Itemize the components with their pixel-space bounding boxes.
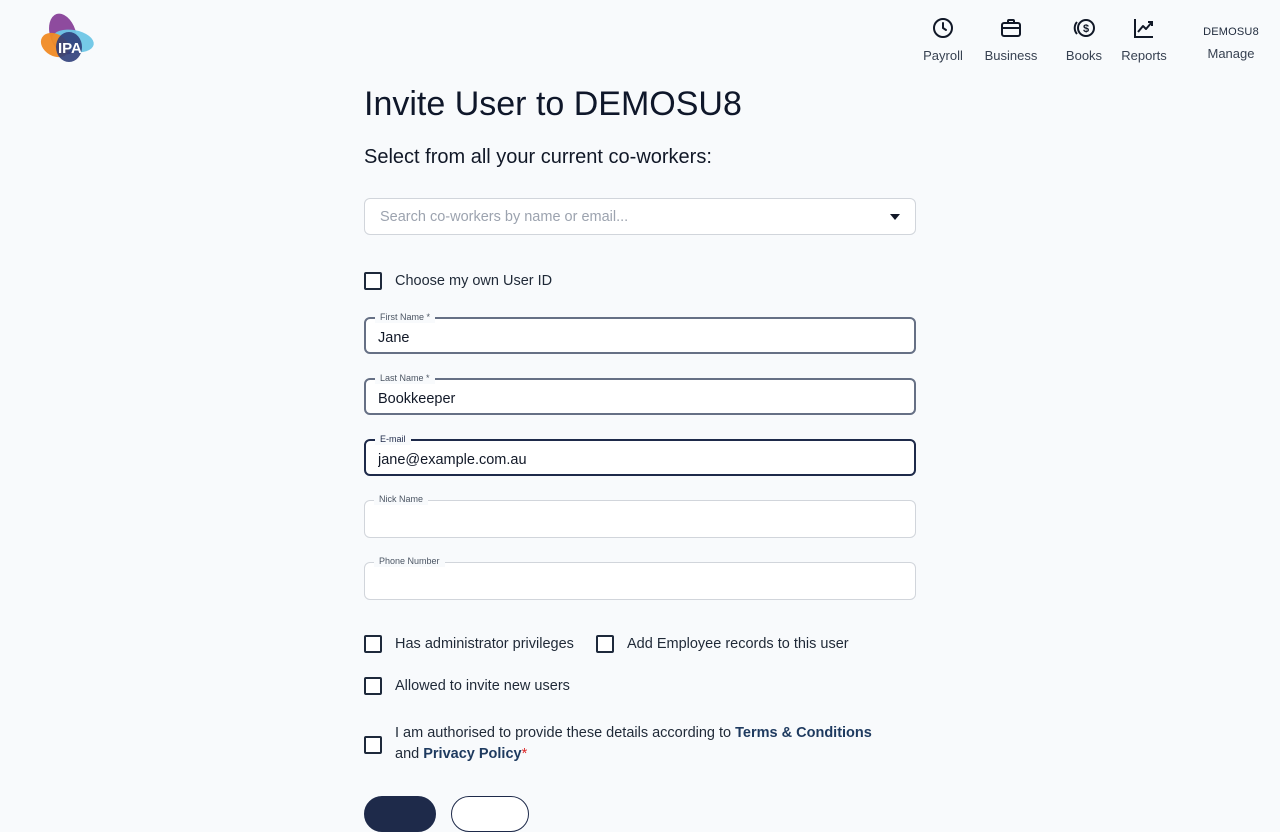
terms-text: I am authorised to provide these details… — [395, 723, 915, 765]
cancel-button[interactable] — [451, 796, 529, 832]
nav-reports[interactable]: Reports — [1115, 14, 1173, 70]
main-nav: Payroll Business $ Books Reports DEMOSU8… — [860, 14, 1280, 70]
svg-text:$: $ — [1083, 23, 1089, 35]
app-header: IPA Payroll Business $ Books Reports DEM… — [0, 0, 1280, 80]
invite-users-option[interactable]: Allowed to invite new users — [364, 676, 570, 696]
last-name-field[interactable]: Last Name * — [364, 372, 916, 415]
email-field[interactable]: E-mail — [364, 433, 916, 476]
employee-records-label: Add Employee records to this user — [627, 636, 849, 652]
chevron-down-icon[interactable] — [890, 214, 900, 220]
nav-manage[interactable]: DEMOSU8 Manage — [1192, 14, 1270, 70]
terms-prefix: I am authorised to provide these details… — [395, 725, 736, 741]
invite-users-label: Allowed to invite new users — [395, 678, 570, 694]
first-name-input[interactable] — [378, 319, 898, 352]
dollar-coins-icon: $ — [1073, 19, 1095, 37]
briefcase-icon — [1001, 19, 1021, 37]
coworker-search-select[interactable] — [364, 198, 916, 235]
nav-business[interactable]: Business — [972, 14, 1050, 70]
own-user-id-option[interactable]: Choose my own User ID — [364, 271, 552, 291]
required-mark: * — [521, 746, 528, 762]
invite-users-checkbox[interactable] — [364, 677, 382, 695]
submit-invite-button[interactable] — [364, 796, 436, 832]
nav-label: Business — [984, 48, 1038, 63]
terms-consent: I am authorised to provide these details… — [364, 723, 916, 767]
nick-name-input[interactable] — [377, 501, 897, 537]
nav-label: Manage — [1207, 46, 1255, 61]
employee-records-checkbox[interactable] — [596, 635, 614, 653]
terms-middle: and — [395, 746, 424, 762]
terms-checkbox[interactable] — [364, 736, 382, 754]
nav-label: Payroll — [923, 48, 963, 63]
phone-number-field[interactable]: Phone Number — [364, 555, 916, 600]
admin-privileges-checkbox[interactable] — [364, 635, 382, 653]
nav-payroll[interactable]: Payroll — [916, 14, 970, 70]
coworker-search-input[interactable] — [378, 199, 878, 234]
first-name-field[interactable]: First Name * — [364, 311, 916, 354]
email-input[interactable] — [378, 441, 898, 474]
admin-privileges-label: Has administrator privileges — [395, 636, 574, 652]
privacy-policy-link[interactable]: Privacy Policy — [423, 746, 521, 762]
last-name-input[interactable] — [378, 380, 898, 413]
own-user-id-checkbox[interactable] — [364, 272, 382, 290]
nav-label: Reports — [1121, 48, 1167, 63]
nav-label: Books — [1065, 48, 1103, 63]
own-user-id-label: Choose my own User ID — [395, 273, 553, 289]
phone-number-input[interactable] — [377, 563, 897, 599]
page-title: Invite User to DEMOSU8 — [364, 85, 742, 123]
employee-records-option[interactable]: Add Employee records to this user — [596, 634, 849, 654]
nav-books[interactable]: $ Books — [1058, 14, 1110, 70]
terms-conditions-link[interactable]: Terms & Conditions — [735, 725, 872, 741]
nick-name-field[interactable]: Nick Name — [364, 493, 916, 538]
ipa-logo[interactable]: IPA — [36, 11, 96, 65]
logo-text: IPA — [58, 40, 82, 57]
company-code: DEMOSU8 — [1203, 26, 1259, 38]
page-subtitle: Select from all your current co-workers: — [364, 146, 712, 168]
admin-privileges-option[interactable]: Has administrator privileges — [364, 634, 574, 654]
clock-icon — [933, 18, 953, 38]
trend-chart-icon — [1134, 19, 1153, 38]
